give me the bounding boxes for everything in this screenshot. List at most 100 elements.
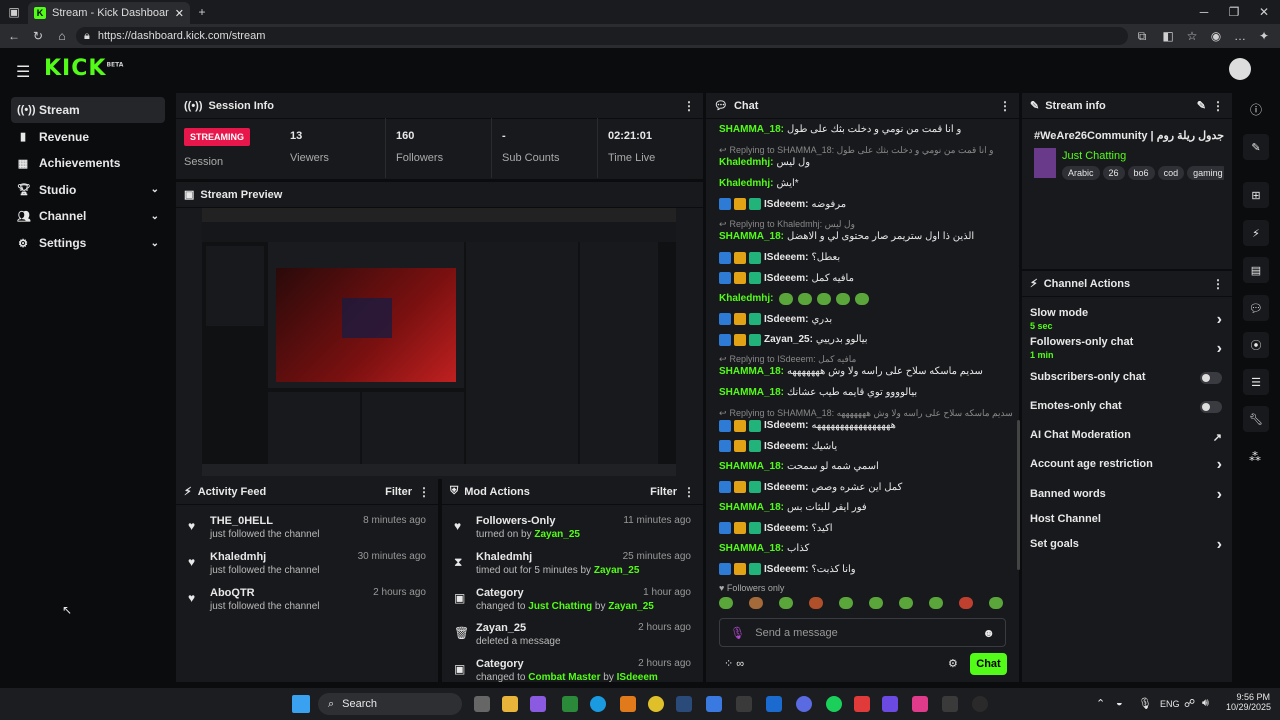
address-bar[interactable]: 🔒︎ https://dashboard.kick.com/stream bbox=[76, 27, 1128, 45]
pencil-icon[interactable]: ✎ bbox=[1243, 134, 1269, 160]
kick-logo[interactable]: KICKBETA bbox=[44, 56, 123, 81]
sidebar-item-studio[interactable]: 🏆︎ Studio ⌄ bbox=[11, 177, 165, 203]
mod-action-item[interactable]: ▣ Category changed to Just Chatting by Zay… bbox=[444, 587, 701, 619]
app-icon[interactable] bbox=[736, 696, 752, 712]
kebab-menu-icon[interactable]: ⋮ bbox=[1212, 99, 1224, 113]
channel-action-ai-chat-moderation[interactable]: AI Chat Moderation ↗ bbox=[1030, 429, 1226, 444]
app-icon[interactable] bbox=[942, 696, 958, 712]
mod-action-item[interactable]: 🗑︎ Zayan_25 deleted a message 2 hours ago bbox=[444, 622, 701, 654]
chat-username[interactable]: SHAMMA_18: bbox=[719, 543, 784, 554]
stream-tag[interactable]: 26 bbox=[1102, 166, 1125, 180]
stream-tag[interactable]: gaming bbox=[1187, 166, 1224, 180]
chevron-down-icon[interactable]: ⌄ bbox=[151, 238, 159, 249]
stream-preview-video[interactable] bbox=[202, 208, 676, 476]
sidebar-item-revenue[interactable]: ▮ Revenue bbox=[11, 124, 165, 150]
emote-icon[interactable] bbox=[749, 597, 763, 609]
channel-action-account-age-restriction[interactable]: Account age restriction › bbox=[1030, 456, 1226, 473]
chat-message[interactable]: SHAMMA_18: و انا قمت من نومي و دخلت بثك ع… bbox=[719, 124, 961, 135]
sidebar-item-achievements[interactable]: ▦ Achievements bbox=[11, 150, 165, 176]
close-window-icon[interactable]: ✕ bbox=[1256, 4, 1272, 20]
wifi-icon[interactable]: ☍ bbox=[1184, 697, 1195, 710]
stream-tag[interactable]: bo6 bbox=[1127, 166, 1155, 180]
chat-message[interactable]: ISdeeem: مافيه كمل bbox=[719, 272, 854, 284]
language-indicator[interactable]: ENG bbox=[1160, 699, 1180, 709]
emote-icon[interactable] bbox=[719, 597, 733, 609]
mod-action-item[interactable]: ▣ Category changed to Combat Master by ISd… bbox=[444, 658, 701, 682]
broadcast-icon[interactable]: ⦿ bbox=[1243, 332, 1269, 358]
network-icon[interactable]: ◒ bbox=[1116, 697, 1123, 709]
clock[interactable]: 9:56 PM 10/29/2025 bbox=[1226, 692, 1271, 712]
toggle-switch[interactable] bbox=[1200, 401, 1222, 413]
chat-username[interactable]: SHAMMA_18: bbox=[719, 502, 784, 513]
document-icon[interactable]: ▤ bbox=[1243, 257, 1269, 283]
obs-icon[interactable] bbox=[972, 696, 988, 712]
chevron-down-icon[interactable]: ⌄ bbox=[151, 211, 159, 222]
reload-icon[interactable]: ↻ bbox=[30, 28, 46, 44]
chat-message[interactable]: ISdeeem: هههههههههههههههههه bbox=[719, 419, 896, 432]
emote-icon[interactable] bbox=[839, 597, 853, 609]
activity-filter-button[interactable]: Filter bbox=[385, 486, 412, 498]
emote-icon[interactable] bbox=[929, 597, 943, 609]
copilot-icon[interactable]: ✦ bbox=[1256, 28, 1272, 44]
microphone-icon[interactable]: 🎙︎ bbox=[730, 626, 745, 640]
chat-message[interactable]: Zayan_25: بيالوو بدرييي bbox=[719, 333, 868, 346]
chat-username[interactable]: ISdeeem: bbox=[764, 523, 808, 534]
emote-icon[interactable] bbox=[899, 597, 913, 609]
chat-username[interactable]: SHAMMA_18: bbox=[719, 124, 784, 135]
edit-icon[interactable]: ✎ bbox=[1197, 99, 1206, 112]
category-name[interactable]: Just Chatting bbox=[1062, 150, 1126, 162]
chat-username[interactable]: Zayan_25: bbox=[764, 334, 813, 345]
emote-icon[interactable] bbox=[809, 597, 823, 609]
sidebar-item-channel[interactable]: 👥︎ Channel ⌄ bbox=[11, 203, 165, 229]
tab-close-icon[interactable]: ✕ bbox=[175, 7, 184, 20]
chat-input[interactable]: 🎙︎ Send a message ☻ bbox=[719, 618, 1006, 647]
channel-action-host-channel[interactable]: Host Channel bbox=[1030, 513, 1226, 525]
mod-filter-button[interactable]: Filter bbox=[650, 486, 677, 498]
emote-icon[interactable] bbox=[779, 597, 793, 609]
file-explorer-icon[interactable] bbox=[502, 696, 518, 712]
chat-username[interactable]: Khaledmhj: bbox=[719, 293, 773, 304]
back-icon[interactable]: ← bbox=[6, 28, 22, 44]
kebab-menu-icon[interactable]: ⋮ bbox=[683, 485, 695, 499]
chevron-down-icon[interactable]: ⌄ bbox=[151, 184, 159, 195]
chat-username[interactable]: ISdeeem: bbox=[764, 420, 808, 431]
app-icon[interactable] bbox=[706, 696, 722, 712]
spotify-icon[interactable] bbox=[826, 696, 842, 712]
activity-item[interactable]: ♥ Khaledmhj just followed the channel 30 mi… bbox=[178, 551, 436, 583]
split-icon[interactable]: ◧ bbox=[1160, 28, 1176, 44]
info-icon[interactable]: ⓘ bbox=[1243, 96, 1269, 122]
chat-message[interactable]: ISdeeem: بعطل؟ bbox=[719, 251, 840, 264]
chat-settings-icon[interactable]: ⚙ bbox=[948, 657, 958, 670]
chat-username[interactable]: ISdeeem: bbox=[764, 252, 808, 263]
activity-item[interactable]: ♥ THE_0HELL just followed the channel 8 min… bbox=[178, 515, 436, 547]
app-icon[interactable] bbox=[766, 696, 782, 712]
chat-message[interactable]: Khaledmhj: ول ليس bbox=[719, 157, 810, 168]
steam-icon[interactable] bbox=[676, 696, 692, 712]
emoji-icon[interactable]: ☻ bbox=[982, 626, 995, 640]
chat-message[interactable]: SHAMMA_18: سديم ماسكه سلاح على راسه ولا و… bbox=[719, 366, 983, 377]
lightning-icon[interactable]: ⚡︎ bbox=[1243, 220, 1269, 246]
channel-action-banned-words[interactable]: Banned words › bbox=[1030, 486, 1226, 503]
channel-action-subscribers-only-chat[interactable]: Subscribers-only chat bbox=[1030, 371, 1226, 384]
discord-icon[interactable] bbox=[796, 696, 812, 712]
chat-scrollbar[interactable] bbox=[1017, 420, 1020, 570]
chat-message[interactable]: ISdeeem: بدري bbox=[719, 313, 832, 325]
sidebar-item-stream[interactable]: ((•)) Stream bbox=[11, 97, 165, 123]
chat-message[interactable]: SHAMMA_18: اسمي شمه لو سمحت bbox=[719, 461, 879, 472]
browser-tab[interactable]: K Stream - Kick Dashboard ✕ bbox=[28, 2, 190, 24]
stream-tag[interactable]: cod bbox=[1157, 166, 1185, 180]
kebab-menu-icon[interactable]: ⋮ bbox=[999, 99, 1011, 113]
chat-username[interactable]: SHAMMA_18: bbox=[719, 461, 784, 472]
user-avatar[interactable] bbox=[1229, 58, 1251, 80]
chat-username[interactable]: SHAMMA_18: bbox=[719, 387, 784, 398]
grid-icon[interactable]: ⊞ bbox=[1243, 182, 1269, 208]
chat-username[interactable]: ISdeeem: bbox=[764, 273, 808, 284]
chat-message[interactable]: ISdeeem: مرفوضه bbox=[719, 198, 846, 210]
chat-message[interactable]: SHAMMA_18: كذاب bbox=[719, 543, 809, 554]
chat-username[interactable]: ISdeeem: bbox=[764, 199, 808, 210]
proton-icon[interactable] bbox=[882, 696, 898, 712]
taskbar-search[interactable]: ⌕ Search bbox=[318, 693, 462, 715]
channel-action-set-goals[interactable]: Set goals › bbox=[1030, 536, 1226, 553]
chat-message[interactable]: ISdeeem: وانا كذبت؟ bbox=[719, 563, 856, 575]
copilot-app-icon[interactable] bbox=[530, 696, 546, 712]
